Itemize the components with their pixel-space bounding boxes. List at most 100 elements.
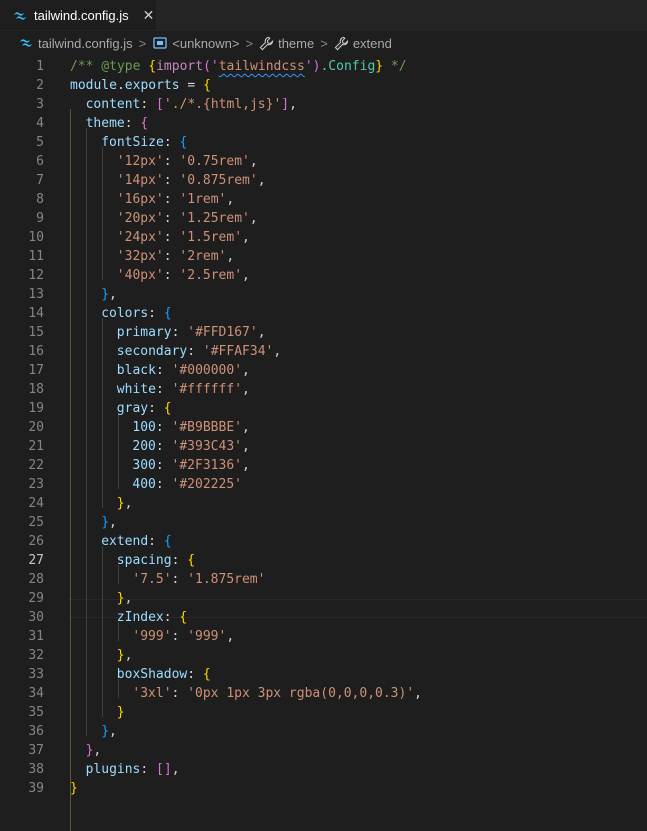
code-line[interactable]: 19gray: {: [0, 399, 647, 418]
line-number: 5: [0, 133, 44, 152]
code-line[interactable]: 36},: [0, 722, 647, 741]
wrench-icon: [259, 36, 274, 51]
code-text: black: '#000000',: [117, 361, 250, 380]
code-token: content: [86, 97, 141, 112]
code-token: :: [164, 211, 180, 226]
breadcrumb-theme-label: theme: [278, 36, 314, 51]
breadcrumb-unknown[interactable]: <unknown>: [152, 35, 239, 51]
code-line[interactable]: 7'14px': '0.875rem',: [0, 171, 647, 190]
code-text: }: [70, 779, 78, 798]
code-line[interactable]: 22300: '#2F3136',: [0, 456, 647, 475]
code-line[interactable]: 13},: [0, 285, 647, 304]
code-line[interactable]: 2module.exports = {: [0, 76, 647, 95]
code-text: plugins: [],: [86, 760, 180, 779]
chevron-right-icon: >: [245, 36, 253, 51]
code-line[interactable]: 33boxShadow: {: [0, 665, 647, 684]
code-line[interactable]: 32},: [0, 646, 647, 665]
code-line[interactable]: 3 content: ['./*.{html,js}'],: [0, 95, 647, 114]
code-text: '40px': '2.5rem',: [117, 266, 250, 285]
code-token: fontSize: [101, 135, 164, 150]
code-token: '#393C43': [172, 439, 242, 454]
code-token: {: [187, 553, 195, 568]
code-line[interactable]: 5 fontSize: {: [0, 133, 647, 152]
code-line[interactable]: 23400: '#202225': [0, 475, 647, 494]
code-token: '#B9BBBE': [172, 420, 242, 435]
code-line[interactable]: 17black: '#000000',: [0, 361, 647, 380]
code-line[interactable]: 11'32px': '2rem',: [0, 247, 647, 266]
code-token: []: [156, 762, 172, 777]
line-number: 3: [0, 95, 44, 114]
code-line[interactable]: 34'3xl': '0px 1px 3px rgba(0,0,0,0.3)',: [0, 684, 647, 703]
code-token: }: [117, 648, 125, 663]
breadcrumb-theme[interactable]: theme: [259, 36, 314, 51]
code-line[interactable]: 30zIndex: {: [0, 608, 647, 627]
code-token: }: [117, 496, 125, 511]
code-line[interactable]: 9'20px': '1.25rem',: [0, 209, 647, 228]
code-text: '999': '999',: [132, 627, 234, 646]
code-line[interactable]: 16secondary: '#FFAF34',: [0, 342, 647, 361]
code-token: '0.75rem': [179, 154, 249, 169]
code-line[interactable]: 12'40px': '2.5rem',: [0, 266, 647, 285]
line-number: 21: [0, 437, 44, 456]
code-token: }: [117, 705, 125, 720]
code-line[interactable]: 14colors: {: [0, 304, 647, 323]
line-number: 16: [0, 342, 44, 361]
code-token: }: [101, 515, 109, 530]
code-line[interactable]: 8'16px': '1rem',: [0, 190, 647, 209]
code-line[interactable]: 28'7.5': '1.875rem': [0, 570, 647, 589]
breadcrumb-extend-label: extend: [353, 36, 392, 51]
code-text: primary: '#FFD167',: [117, 323, 266, 342]
code-text: content: ['./*.{html,js}'],: [86, 95, 297, 114]
code-text: },: [86, 741, 102, 760]
code-line[interactable]: 38plugins: [],: [0, 760, 647, 779]
code-line[interactable]: 10'24px': '1.5rem',: [0, 228, 647, 247]
code-line[interactable]: 26extend: {: [0, 532, 647, 551]
code-line[interactable]: 39}: [0, 779, 647, 798]
code-line[interactable]: 37},: [0, 741, 647, 760]
line-number: 30: [0, 608, 44, 627]
line-number: 18: [0, 380, 44, 399]
code-line[interactable]: 31'999': '999',: [0, 627, 647, 646]
code-token: :: [164, 268, 180, 283]
code-token: '14px': [117, 173, 164, 188]
code-line[interactable]: 18white: '#ffffff',: [0, 380, 647, 399]
breadcrumb-unknown-label: <unknown>: [172, 36, 239, 51]
code-token: ,: [289, 97, 297, 112]
code-line[interactable]: 21200: '#393C43',: [0, 437, 647, 456]
code-line[interactable]: 35}: [0, 703, 647, 722]
code-text: 100: '#B9BBBE',: [132, 418, 249, 437]
code-text: },: [101, 722, 117, 741]
code-line[interactable]: 29},: [0, 589, 647, 608]
code-editor[interactable]: 1/** @type {import('tailwindcss').Config…: [0, 52, 647, 799]
code-token: :: [172, 629, 188, 644]
breadcrumb-file[interactable]: tailwind.config.js: [18, 35, 133, 51]
code-line[interactable]: 20100: '#B9BBBE',: [0, 418, 647, 437]
code-line[interactable]: 27spacing: {: [0, 551, 647, 570]
close-icon[interactable]: ✕: [143, 9, 155, 23]
code-token: ,: [125, 648, 133, 663]
code-token: '2rem': [179, 249, 226, 264]
code-token: '#FFD167': [187, 325, 257, 340]
code-token: :: [164, 192, 180, 207]
code-line[interactable]: 1/** @type {import('tailwindcss').Config…: [0, 57, 647, 76]
code-text: '3xl': '0px 1px 3px rgba(0,0,0,0.3)',: [132, 684, 422, 703]
code-line[interactable]: 6'12px': '0.75rem',: [0, 152, 647, 171]
code-token: plugins: [86, 762, 141, 777]
code-line[interactable]: 24},: [0, 494, 647, 513]
code-token: black: [117, 363, 156, 378]
line-number: 33: [0, 665, 44, 684]
code-text: fontSize: {: [101, 133, 187, 152]
tab-tailwind-config[interactable]: tailwind.config.js ✕: [0, 0, 156, 30]
code-token: :: [164, 230, 180, 245]
code-token: }: [375, 59, 383, 74]
code-token: [: [156, 97, 164, 112]
code-line[interactable]: 15primary: '#FFD167',: [0, 323, 647, 342]
code-line[interactable]: 25},: [0, 513, 647, 532]
line-number: 14: [0, 304, 44, 323]
breadcrumb-extend[interactable]: extend: [334, 36, 392, 51]
code-token: ,: [242, 439, 250, 454]
code-token: (': [203, 59, 219, 74]
tailwind-icon: [12, 8, 28, 24]
code-line[interactable]: 4theme: {: [0, 114, 647, 133]
code-token: :: [172, 553, 188, 568]
